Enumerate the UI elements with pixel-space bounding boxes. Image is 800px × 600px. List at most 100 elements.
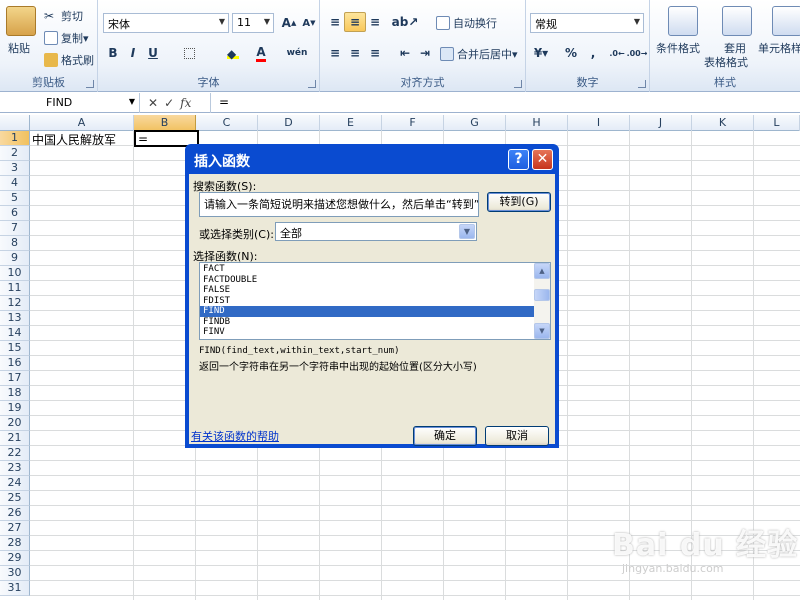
percent-button[interactable]: % <box>560 43 582 63</box>
row-header-18[interactable]: 18 <box>0 386 30 401</box>
column-header-c[interactable]: C <box>196 115 258 131</box>
category-select[interactable]: 全部 ▼ <box>275 222 477 241</box>
cell-styles-button[interactable]: 单元格样 <box>758 40 800 56</box>
row-header-2[interactable]: 2 <box>0 146 30 161</box>
cancel-button[interactable]: 取消 <box>485 426 549 446</box>
number-format-combo[interactable]: 常规 ▼ <box>530 13 644 33</box>
copy-button[interactable]: 复制 ▾ <box>44 30 89 46</box>
border-button[interactable] <box>178 43 200 63</box>
row-header-17[interactable]: 17 <box>0 371 30 386</box>
column-header-a[interactable]: A <box>30 115 134 131</box>
function-list-scrollbar[interactable]: ▲ ▼ <box>534 263 550 339</box>
row-header-29[interactable]: 29 <box>0 551 30 566</box>
shrink-font-button[interactable]: A ▼ <box>298 13 320 33</box>
row-header-23[interactable]: 23 <box>0 461 30 476</box>
column-header-i[interactable]: I <box>568 115 630 131</box>
align-top-button[interactable]: ≡ <box>324 12 346 32</box>
go-button[interactable]: 转到(G) <box>487 192 551 212</box>
row-header-5[interactable]: 5 <box>0 191 30 206</box>
currency-button[interactable]: ¥▾ <box>530 43 552 63</box>
format-painter-button[interactable]: 格式刷 <box>44 52 94 68</box>
table-format-icon[interactable] <box>722 6 752 36</box>
row-header-15[interactable]: 15 <box>0 341 30 356</box>
align-middle-button[interactable]: ≡ <box>344 12 366 32</box>
function-list-item[interactable]: FINV <box>200 327 550 338</box>
font-color-button[interactable]: A <box>250 43 272 63</box>
grow-font-button[interactable]: A ▲ <box>278 13 300 33</box>
orientation-button[interactable]: ab↗ <box>392 12 419 32</box>
font-name-combo[interactable]: 宋体 ▼ <box>103 13 229 33</box>
column-header-d[interactable]: D <box>258 115 320 131</box>
row-header-26[interactable]: 26 <box>0 506 30 521</box>
scroll-thumb[interactable] <box>534 289 550 301</box>
cell-a1[interactable]: 中国人民解放军 <box>32 131 116 148</box>
column-header-g[interactable]: G <box>444 115 506 131</box>
row-header-3[interactable]: 3 <box>0 161 30 176</box>
font-launcher-icon[interactable] <box>308 80 316 88</box>
function-list-item[interactable]: FACTDOUBLE <box>200 275 550 286</box>
row-header-28[interactable]: 28 <box>0 536 30 551</box>
cut-button[interactable]: ✂ 剪切 <box>44 8 83 24</box>
number-launcher-icon[interactable] <box>638 80 646 88</box>
row-header-1[interactable]: 1 <box>0 131 30 146</box>
column-header-b[interactable]: B <box>134 115 196 131</box>
row-header-22[interactable]: 22 <box>0 446 30 461</box>
phonetic-button[interactable]: wén <box>286 43 308 63</box>
paste-button[interactable]: 粘贴 <box>8 40 30 56</box>
row-header-14[interactable]: 14 <box>0 326 30 341</box>
increase-indent-button[interactable]: ⇥ <box>414 43 436 63</box>
font-size-combo[interactable]: 11 ▼ <box>232 13 274 33</box>
row-header-21[interactable]: 21 <box>0 431 30 446</box>
function-list-item[interactable]: FALSE <box>200 285 550 296</box>
dialog-titlebar[interactable]: 插入函数 ? ✕ <box>188 147 556 173</box>
help-button[interactable]: ? <box>508 149 529 170</box>
close-button[interactable]: ✕ <box>532 149 553 170</box>
column-header-l[interactable]: L <box>754 115 800 131</box>
table-format-button[interactable]: 表格格式 <box>704 54 748 70</box>
function-help-link[interactable]: 有关该函数的帮助 <box>191 428 279 444</box>
row-header-11[interactable]: 11 <box>0 281 30 296</box>
cell-styles-icon[interactable] <box>772 6 800 36</box>
column-header-k[interactable]: K <box>692 115 754 131</box>
function-list-item[interactable]: FACT <box>200 264 550 275</box>
alignment-launcher-icon[interactable] <box>514 80 522 88</box>
row-header-27[interactable]: 27 <box>0 521 30 536</box>
paste-icon[interactable] <box>6 6 36 36</box>
scroll-down-icon[interactable]: ▼ <box>534 323 550 339</box>
decrease-indent-button[interactable]: ⇤ <box>394 43 416 63</box>
row-header-9[interactable]: 9 <box>0 251 30 266</box>
chevron-down-icon[interactable]: ▼ <box>459 224 475 239</box>
column-header-f[interactable]: F <box>382 115 444 131</box>
select-all-corner[interactable] <box>0 115 30 131</box>
wrap-text-button[interactable]: 自动换行 <box>436 15 497 31</box>
cancel-icon[interactable]: ✕ <box>148 96 158 110</box>
increase-decimal-button[interactable]: .0← <box>606 43 628 63</box>
function-list-item[interactable]: FIND <box>200 306 550 317</box>
row-header-25[interactable]: 25 <box>0 491 30 506</box>
align-center-button[interactable]: ≡ <box>344 43 366 63</box>
conditional-format-button[interactable]: 条件格式 <box>656 40 700 56</box>
bold-button[interactable]: B <box>102 43 124 63</box>
row-header-13[interactable]: 13 <box>0 311 30 326</box>
row-header-7[interactable]: 7 <box>0 221 30 236</box>
comma-button[interactable]: , <box>582 43 604 63</box>
align-right-button[interactable]: ≡ <box>364 43 386 63</box>
row-header-16[interactable]: 16 <box>0 356 30 371</box>
clipboard-launcher-icon[interactable] <box>86 80 94 88</box>
formula-input[interactable]: = <box>210 93 800 113</box>
italic-button[interactable]: I <box>122 43 144 63</box>
row-header-19[interactable]: 19 <box>0 401 30 416</box>
merge-center-button[interactable]: 合并后居中 ▾ <box>440 46 518 62</box>
scroll-up-icon[interactable]: ▲ <box>534 263 550 279</box>
name-box[interactable]: FIND ▼ <box>0 93 140 113</box>
align-left-button[interactable]: ≡ <box>324 43 346 63</box>
row-header-12[interactable]: 12 <box>0 296 30 311</box>
column-header-h[interactable]: H <box>506 115 568 131</box>
search-input[interactable]: 请输入一条简短说明来描述您想做什么，然后单击“转到” <box>199 192 479 217</box>
column-header-j[interactable]: J <box>630 115 692 131</box>
row-header-30[interactable]: 30 <box>0 566 30 581</box>
ok-button[interactable]: 确定 <box>413 426 477 446</box>
underline-button[interactable]: U <box>142 43 164 63</box>
row-header-20[interactable]: 20 <box>0 416 30 431</box>
insert-function-button[interactable]: fx <box>180 96 191 110</box>
